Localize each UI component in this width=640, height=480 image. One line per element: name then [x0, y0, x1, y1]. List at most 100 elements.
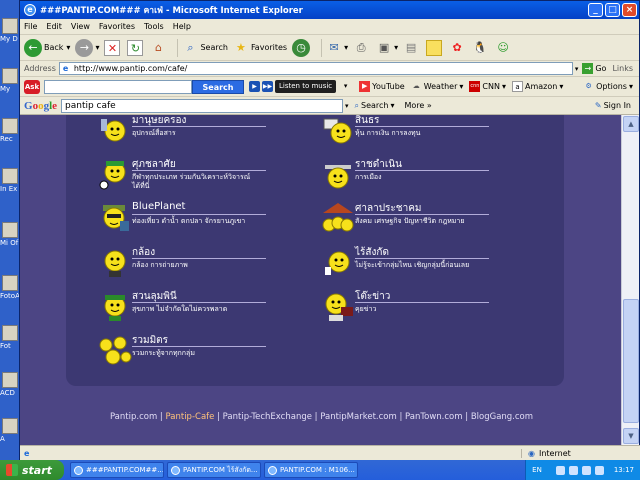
desktop-icon-my-computer[interactable]: My [0, 68, 20, 93]
chevron-down-icon: ▾ [390, 101, 395, 110]
footer-link-pantip[interactable]: Pantip.com [110, 412, 157, 422]
play-icon[interactable]: ▶ [249, 81, 260, 92]
desktop-icon-my-documents[interactable]: My D [0, 18, 20, 43]
scroll-thumb[interactable] [623, 299, 639, 423]
tray-antivirus-icon[interactable] [581, 465, 591, 475]
options-button[interactable]: ⚙ Options ▾ [583, 81, 633, 92]
footer-link-techexchange[interactable]: Pantip-TechExchange [223, 412, 312, 422]
cnn-button[interactable]: cnn CNN ▾ [469, 81, 506, 92]
go-button[interactable]: → Go [582, 63, 606, 74]
refresh-button[interactable]: ↻ [127, 39, 145, 56]
start-button[interactable]: start [0, 460, 64, 480]
category-manutsayakrong[interactable]: มานุษยครอง อุปกรณ์สื่อสาร [98, 115, 298, 153]
discuss-button[interactable]: ▤ [403, 40, 421, 56]
chevron-down-icon: ▾ [459, 82, 464, 91]
menu-view[interactable]: View [71, 22, 90, 31]
notes-button[interactable] [426, 39, 444, 56]
google-more-button[interactable]: More » [405, 101, 595, 110]
menu-favorites[interactable]: Favorites [99, 22, 135, 31]
minimize-button[interactable]: _ [588, 3, 603, 17]
category-description: คุยข่าว [355, 305, 377, 313]
weather-button[interactable]: ☁ Weather ▾ [411, 81, 464, 92]
ask-search-input[interactable] [44, 79, 192, 94]
google-sign-in[interactable]: ✎ Sign In [595, 101, 631, 110]
category-title[interactable]: BluePlanet [132, 201, 185, 212]
smiley-phone-icon [101, 119, 126, 142]
footer-link-pantipmarket[interactable]: PantipMarket.com [320, 412, 397, 422]
youtube-button[interactable]: ▶ YouTube [359, 81, 405, 92]
category-blueplanet[interactable]: BluePlanet ท่องเที่ยว ดำน้ำ ตกปลา จักรยา… [98, 201, 298, 241]
taskbar-item-pantip-cafe[interactable]: ###PANTIP.COM##... [70, 462, 164, 478]
links-button[interactable]: Links [612, 64, 633, 73]
next-icon[interactable]: ▶▶ [262, 81, 273, 92]
ask-search-button[interactable]: Search [192, 79, 244, 94]
page-status-icon: e [24, 449, 30, 458]
messenger-button[interactable]: ✿ [449, 40, 467, 56]
tray-app-icon[interactable] [594, 465, 604, 475]
category-sala-prachakhom[interactable]: ศาลาประชาคม สังคม เศรษฐกิจ ปัญหาชีวิต กฎ… [321, 201, 521, 241]
category-klong[interactable]: กล้อง กล้อง การถ่ายภาพ [98, 245, 298, 285]
forward-button[interactable]: → ▾ [75, 38, 99, 57]
category-sinthorn[interactable]: สินธร หุ้น การเงิน การลงทุน [321, 115, 521, 153]
edit-button[interactable]: ▣ ▾ [376, 40, 398, 56]
menu-file[interactable]: File [24, 22, 37, 31]
menu-edit[interactable]: Edit [46, 22, 62, 31]
maximize-button[interactable]: □ [605, 3, 620, 17]
search-button[interactable]: ⌕ Search [182, 40, 228, 56]
category-to-khao[interactable]: โต๊ะข่าว คุยข่าว [321, 289, 521, 329]
address-dropdown-icon[interactable]: ▾ [575, 65, 579, 73]
taskbar-item-pantip-raisangkat[interactable]: PANTIP.COM ไร้สังกัด... [167, 462, 261, 478]
scroll-down-button[interactable]: ▼ [623, 428, 639, 444]
status-bar: e ◉ Internet [20, 445, 640, 461]
footer-link-pantip-cafe[interactable]: Pantip-Cafe [166, 412, 215, 422]
home-button[interactable]: ⌂ [150, 40, 168, 56]
menu-help[interactable]: Help [173, 22, 191, 31]
listen-to-music[interactable]: Listen to music [275, 80, 337, 93]
category-description: การเมือง [355, 173, 382, 181]
taskbar-item-pantip-m106[interactable]: PANTIP.COM : M106... [264, 462, 358, 478]
menu-tools[interactable]: Tools [144, 22, 164, 31]
amazon-button[interactable]: a Amazon ▾ [511, 81, 563, 92]
clock[interactable]: 13:17 [614, 466, 634, 474]
print-button[interactable]: ⎙ [353, 40, 371, 56]
favorites-button[interactable]: ★ Favorites [233, 40, 287, 56]
category-rai-sangkat[interactable]: ไร้สังกัด ไม่รู้จะเข้ากลุ่มไหน เชิญกลุ่ม… [321, 245, 521, 285]
desktop-icon-adobe[interactable]: A [0, 418, 20, 443]
desktop-icon-recycle-bin[interactable]: Rec [0, 118, 20, 143]
google-search-input[interactable]: pantip cafe [61, 98, 344, 113]
qq-button[interactable]: 🐧 [472, 40, 490, 56]
footer-link-pantown[interactable]: PanTown.com [405, 412, 462, 422]
desktop-icon-acdsee[interactable]: ACD [0, 372, 20, 397]
desktop-icon-internet-explorer[interactable]: In Ex [0, 168, 20, 193]
stop-button[interactable]: ✕ [104, 39, 122, 56]
google-search-button[interactable]: ⌕ Search ▾ [355, 101, 395, 111]
category-suphachalasai[interactable]: ศุภชลาศัย กีฬาทุกประเภท ร่วมกันวิเคราะห์… [98, 157, 298, 197]
category-ruam-mit[interactable]: รวมมิตร รวมกระทู้จากทุกกลุ่ม [98, 333, 298, 373]
msn-button[interactable]: ☺ [495, 40, 513, 56]
youtube-icon: ▶ [359, 81, 371, 92]
desktop-icon-fotoangelo[interactable]: FotoA [0, 275, 20, 300]
music-dropdown[interactable]: ▾ [340, 81, 353, 92]
ask-logo[interactable]: Ask [24, 79, 40, 94]
windows-logo-icon [6, 464, 18, 476]
tray-volume-icon[interactable] [568, 465, 578, 475]
language-indicator[interactable]: EN [532, 466, 542, 474]
toolbar-separator [177, 38, 179, 57]
scroll-up-button[interactable]: ▲ [623, 116, 639, 132]
mail-button[interactable]: ✉ ▾ [326, 40, 348, 56]
tray-network-icon[interactable] [555, 465, 565, 475]
desktop-icon-foto[interactable]: Fot [0, 325, 20, 350]
category-ratchadamnoen[interactable]: ราชดำเนิน การเมือง [321, 157, 521, 197]
history-button[interactable]: ◷ [292, 38, 312, 57]
back-button[interactable]: ← Back ▾ [24, 38, 70, 57]
footer-link-bloggang[interactable]: BlogGang.com [471, 412, 533, 422]
title-bar[interactable]: e ###PANTIP.COM### คาเฟ่ - Microsoft Int… [20, 1, 639, 19]
google-logo[interactable]: Google [24, 100, 57, 112]
address-input[interactable]: http://www.pantip.com/cafe/ [58, 62, 573, 75]
security-zone: ◉ Internet [521, 449, 611, 458]
category-suan-lumphini[interactable]: สวนลุมพินี สุขภาพ ไม่จำกัดใดไม่ควรพลาด [98, 289, 298, 329]
close-button[interactable]: × [622, 3, 637, 17]
google-dropdown-icon[interactable]: ▾ [345, 102, 349, 110]
vertical-scrollbar[interactable]: ▲ ▼ [621, 115, 639, 445]
desktop-icon-ms-office[interactable]: Mi Of [0, 222, 20, 247]
